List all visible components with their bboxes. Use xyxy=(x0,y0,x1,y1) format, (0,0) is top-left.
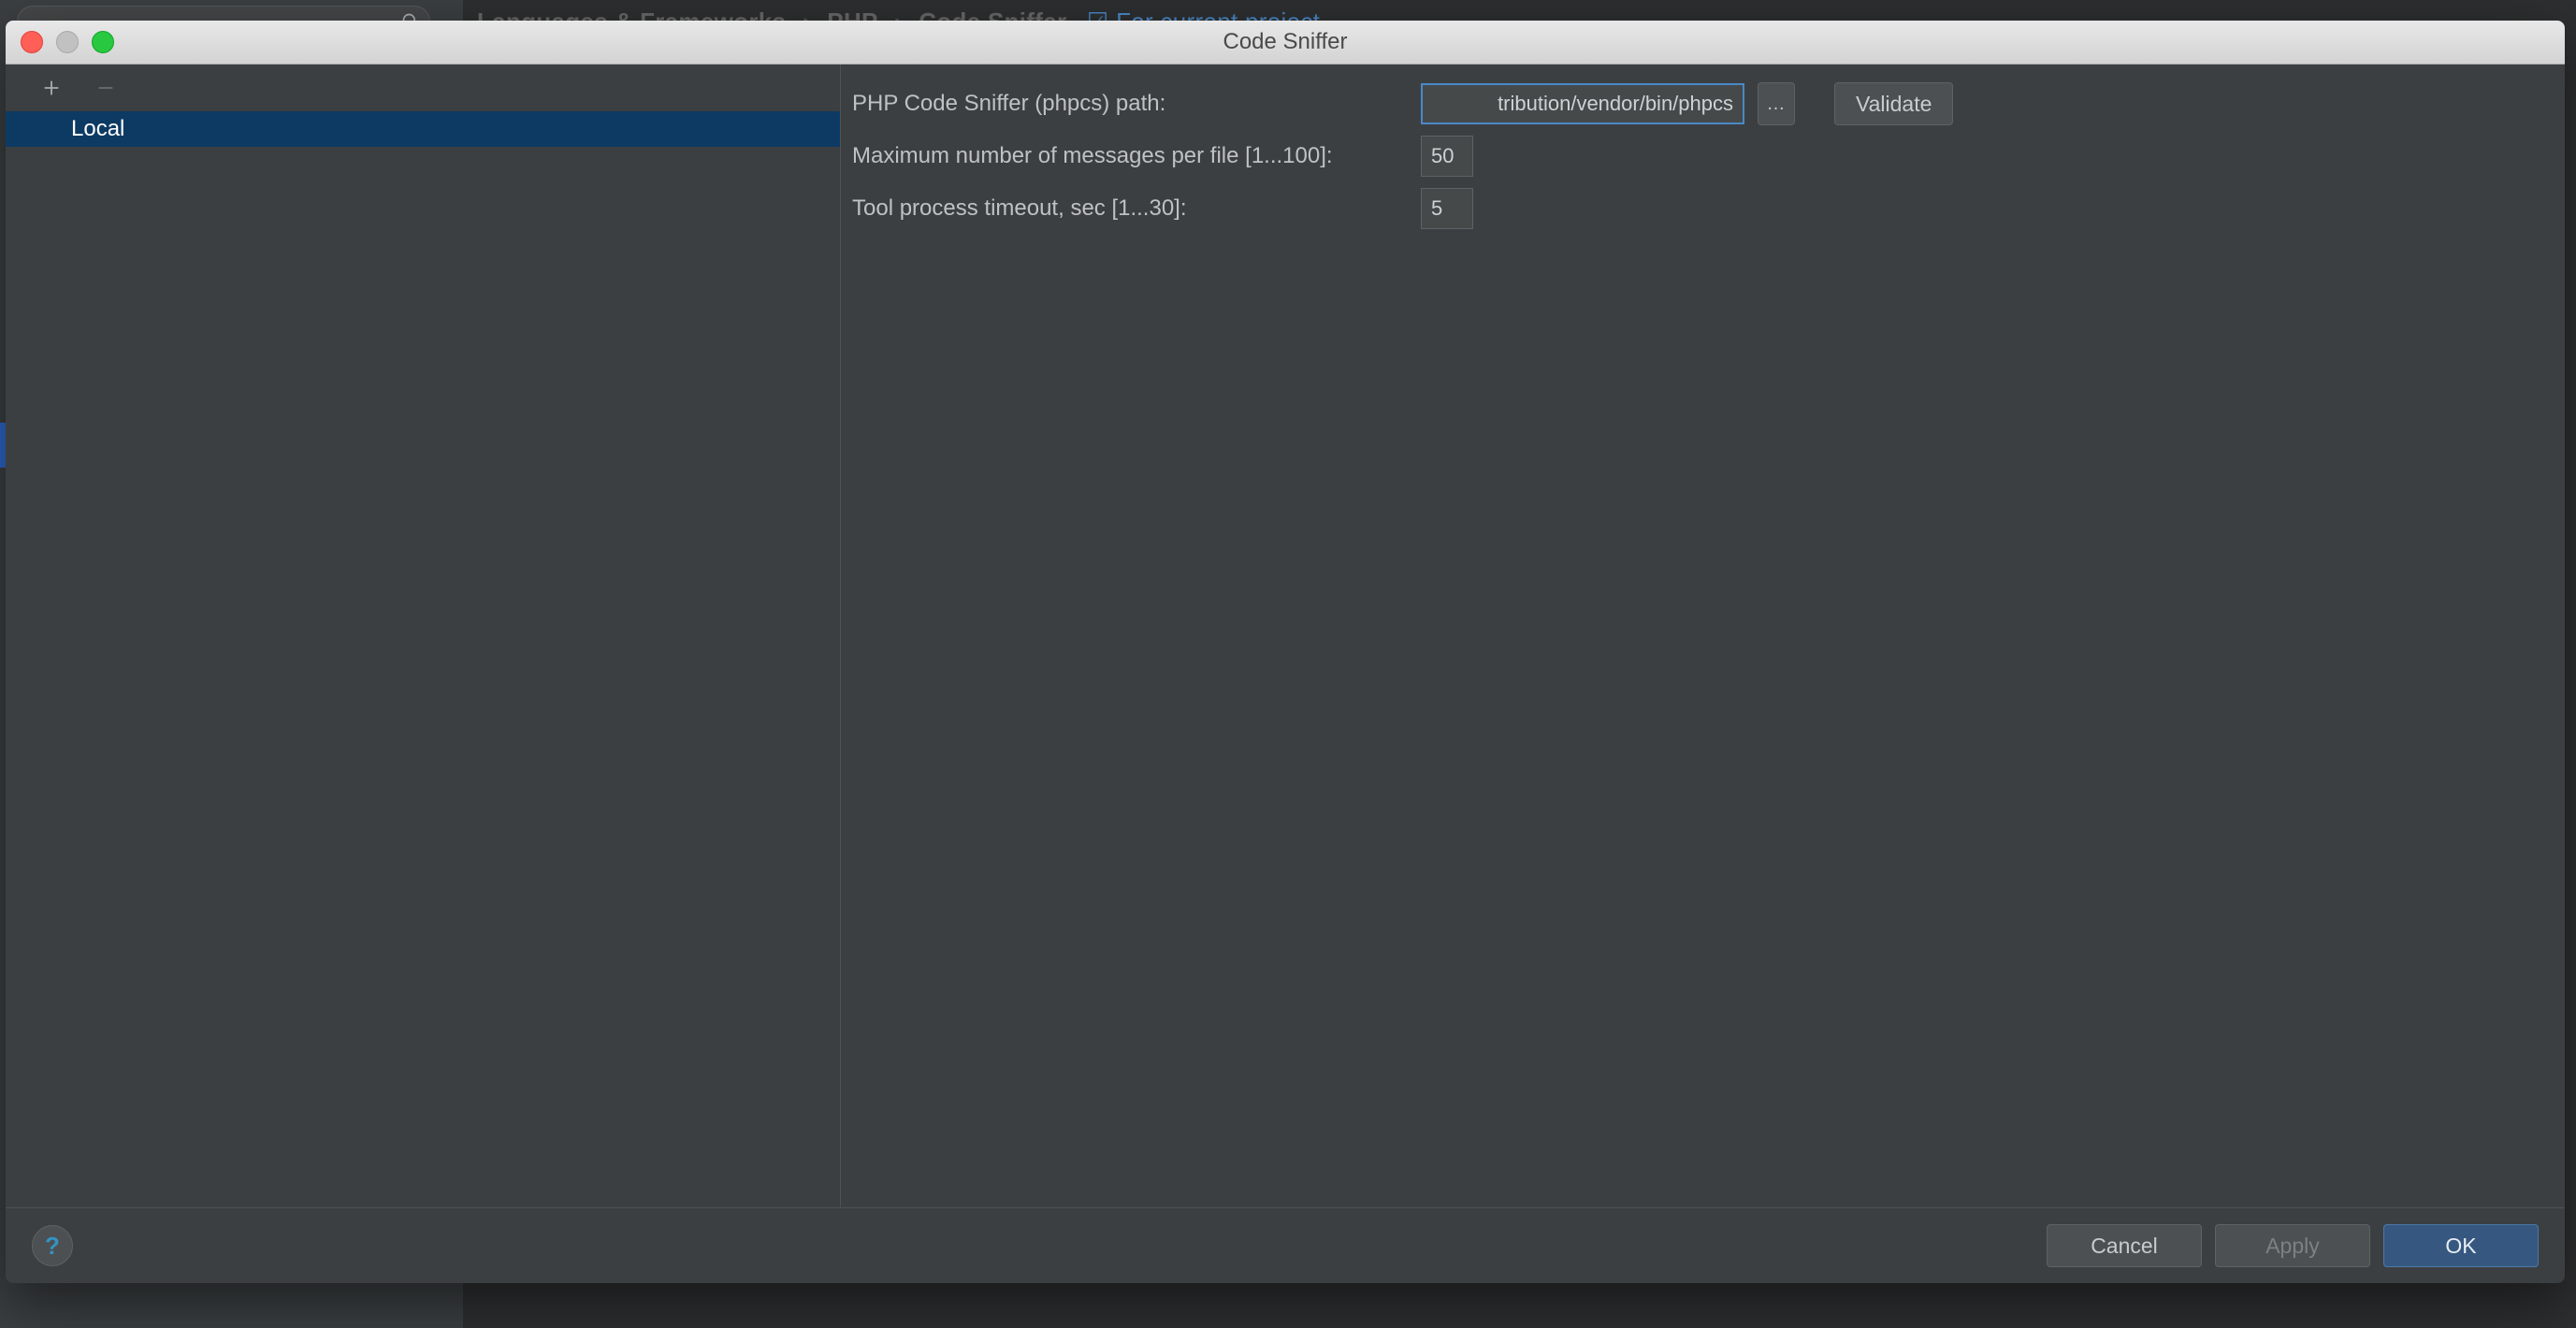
validate-button[interactable]: Validate xyxy=(1834,82,1953,125)
zoom-window-button[interactable] xyxy=(92,31,114,53)
window-controls xyxy=(21,31,114,53)
input-timeout[interactable] xyxy=(1421,188,1473,229)
dialog-title: Code Sniffer xyxy=(6,29,2565,55)
label-timeout: Tool process timeout, sec [1...30]: xyxy=(852,195,1408,222)
list-toolbar xyxy=(6,65,840,111)
apply-button[interactable]: Apply xyxy=(2215,1224,2370,1267)
config-item-local[interactable]: Local xyxy=(6,111,840,147)
dialog-titlebar[interactable]: Code Sniffer xyxy=(6,21,2565,65)
help-button[interactable]: ? xyxy=(32,1225,73,1266)
close-window-button[interactable] xyxy=(21,31,43,53)
dialog-footer: ? Cancel Apply OK xyxy=(6,1207,2565,1283)
input-max-messages[interactable] xyxy=(1421,136,1473,177)
minimize-window-button[interactable] xyxy=(56,31,79,53)
browse-button[interactable]: … xyxy=(1758,82,1795,125)
code-sniffer-dialog: Code Sniffer Local xyxy=(6,21,2565,1283)
settings-form: PHP Code Sniffer (phpcs) path: … Validat… xyxy=(841,65,2565,1207)
input-phpcs-path[interactable] xyxy=(1421,83,1744,124)
config-item-label: Local xyxy=(71,116,124,142)
config-list[interactable]: Local xyxy=(6,111,840,1207)
dialog-body: Local PHP Code Sniffer (phpcs) path: … V… xyxy=(6,65,2565,1207)
label-max-messages: Maximum number of messages per file [1..… xyxy=(852,143,1408,169)
label-phpcs-path: PHP Code Sniffer (phpcs) path: xyxy=(852,91,1408,117)
add-button[interactable] xyxy=(37,74,65,102)
interpreter-list-panel: Local xyxy=(6,65,841,1207)
ok-button[interactable]: OK xyxy=(2383,1224,2539,1267)
row-timeout: Tool process timeout, sec [1...30]: xyxy=(852,182,2554,235)
row-max-messages: Maximum number of messages per file [1..… xyxy=(852,130,2554,182)
row-phpcs-path: PHP Code Sniffer (phpcs) path: … Validat… xyxy=(852,78,2554,130)
remove-button[interactable] xyxy=(92,74,120,102)
cancel-button[interactable]: Cancel xyxy=(2047,1224,2202,1267)
